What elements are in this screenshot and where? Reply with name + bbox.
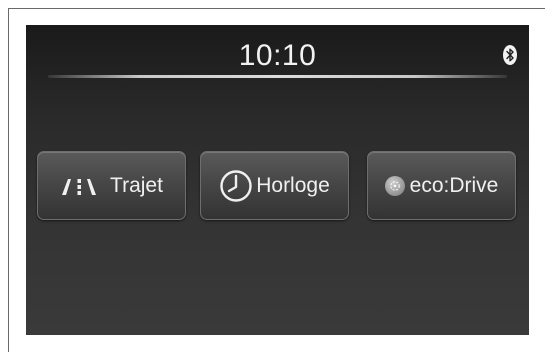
trajet-label: Trajet <box>110 173 163 197</box>
eco-drive-button[interactable]: eco:Drive <box>367 151 516 220</box>
clock-time: 10:10 <box>238 39 317 72</box>
road-lanes-icon <box>62 178 97 195</box>
header-divider <box>48 75 507 78</box>
eco-drive-label: eco:Drive <box>409 173 499 197</box>
trajet-button[interactable]: Trajet <box>37 151 186 220</box>
bluetooth-icon <box>503 45 517 65</box>
display-screen: 10:10 Trajet Horloge eco:Drive <box>26 25 529 335</box>
eco-drive-icon <box>384 175 405 196</box>
horloge-label: Horloge <box>256 173 330 197</box>
clock-icon <box>220 169 252 202</box>
horloge-button[interactable]: Horloge <box>200 151 349 220</box>
